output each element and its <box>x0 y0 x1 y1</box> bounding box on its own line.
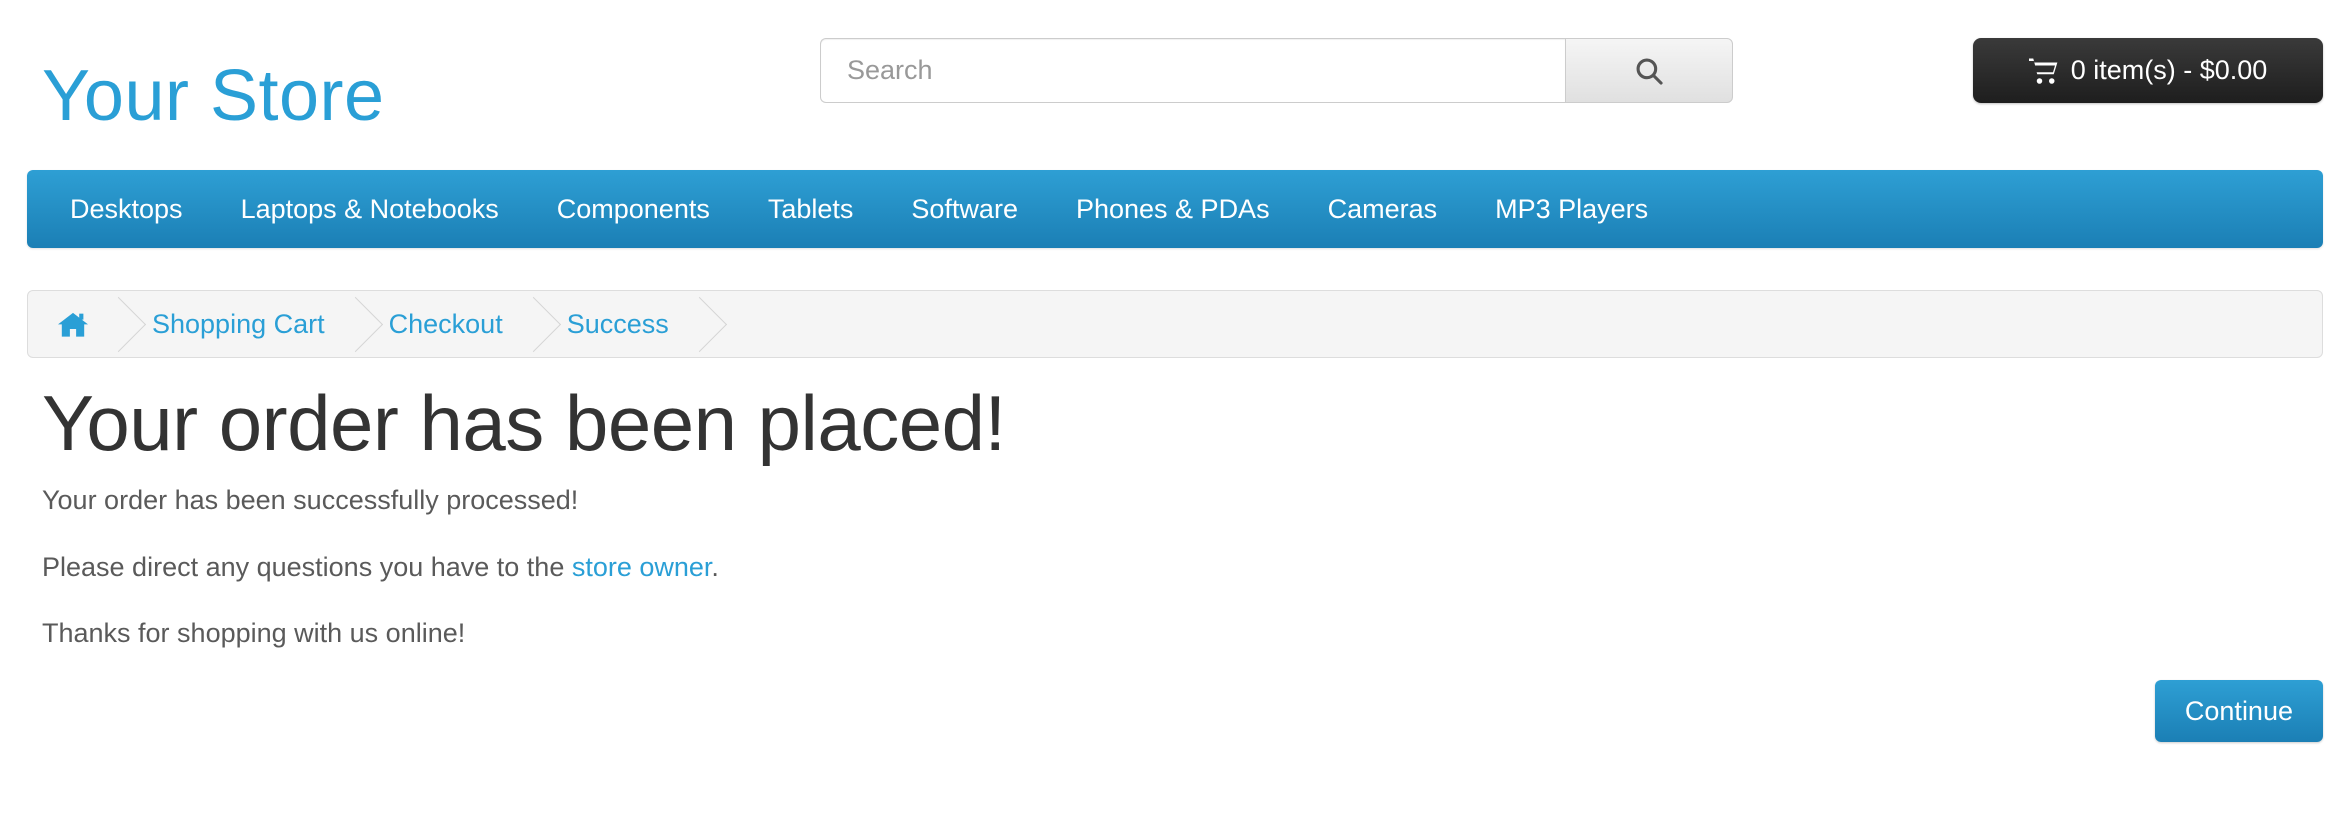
nav-item-phones-pdas[interactable]: Phones & PDAs <box>1047 170 1299 248</box>
site-header: Your Store 0 item(s) - $0 <box>0 0 2350 170</box>
breadcrumb-item-shopping-cart[interactable]: Shopping Cart <box>118 291 355 357</box>
search-input[interactable] <box>820 38 1565 103</box>
action-buttons-row: Continue <box>42 679 2323 743</box>
nav-item-components[interactable]: Components <box>528 170 739 248</box>
breadcrumb: Shopping Cart Checkout Success <box>27 290 2323 358</box>
continue-button[interactable]: Continue <box>2154 679 2323 743</box>
home-icon <box>58 311 88 338</box>
nav-item-mp3-players[interactable]: MP3 Players <box>1466 170 1677 248</box>
nav-item-cameras[interactable]: Cameras <box>1299 170 1467 248</box>
questions-text-after: . <box>711 551 719 582</box>
cart-label: 0 item(s) - $0.00 <box>2070 55 2268 85</box>
main-navigation: Desktops Laptops & Notebooks Components … <box>27 170 2323 248</box>
nav-item-software[interactable]: Software <box>882 170 1047 248</box>
breadcrumb-item-checkout[interactable]: Checkout <box>355 291 533 357</box>
breadcrumb-tail <box>699 291 745 357</box>
nav-item-laptops-notebooks[interactable]: Laptops & Notebooks <box>212 170 528 248</box>
questions-text-before: Please direct any questions you have to … <box>42 551 572 582</box>
search-icon <box>1632 54 1666 88</box>
search-button[interactable] <box>1565 38 1733 103</box>
nav-item-desktops[interactable]: Desktops <box>41 170 212 248</box>
page-root: Your Store 0 item(s) - $0 <box>0 0 2350 743</box>
questions-message: Please direct any questions you have to … <box>42 548 2308 587</box>
breadcrumb-item-home[interactable] <box>28 291 118 357</box>
main-content: Your order has been placed! Your order h… <box>42 358 2308 653</box>
cart-button[interactable]: 0 item(s) - $0.00 <box>1973 38 2323 103</box>
thanks-message: Thanks for shopping with us online! <box>42 617 466 648</box>
shopping-cart-icon <box>2028 57 2059 85</box>
breadcrumb-item-success[interactable]: Success <box>533 291 699 357</box>
store-owner-link[interactable]: store owner <box>572 552 712 582</box>
page-title: Your order has been placed! <box>42 379 1006 467</box>
search-bar <box>820 38 1733 103</box>
store-logo[interactable]: Your Store <box>42 60 385 132</box>
nav-item-tablets[interactable]: Tablets <box>739 170 883 248</box>
success-message: Your order has been successfully process… <box>42 485 579 516</box>
